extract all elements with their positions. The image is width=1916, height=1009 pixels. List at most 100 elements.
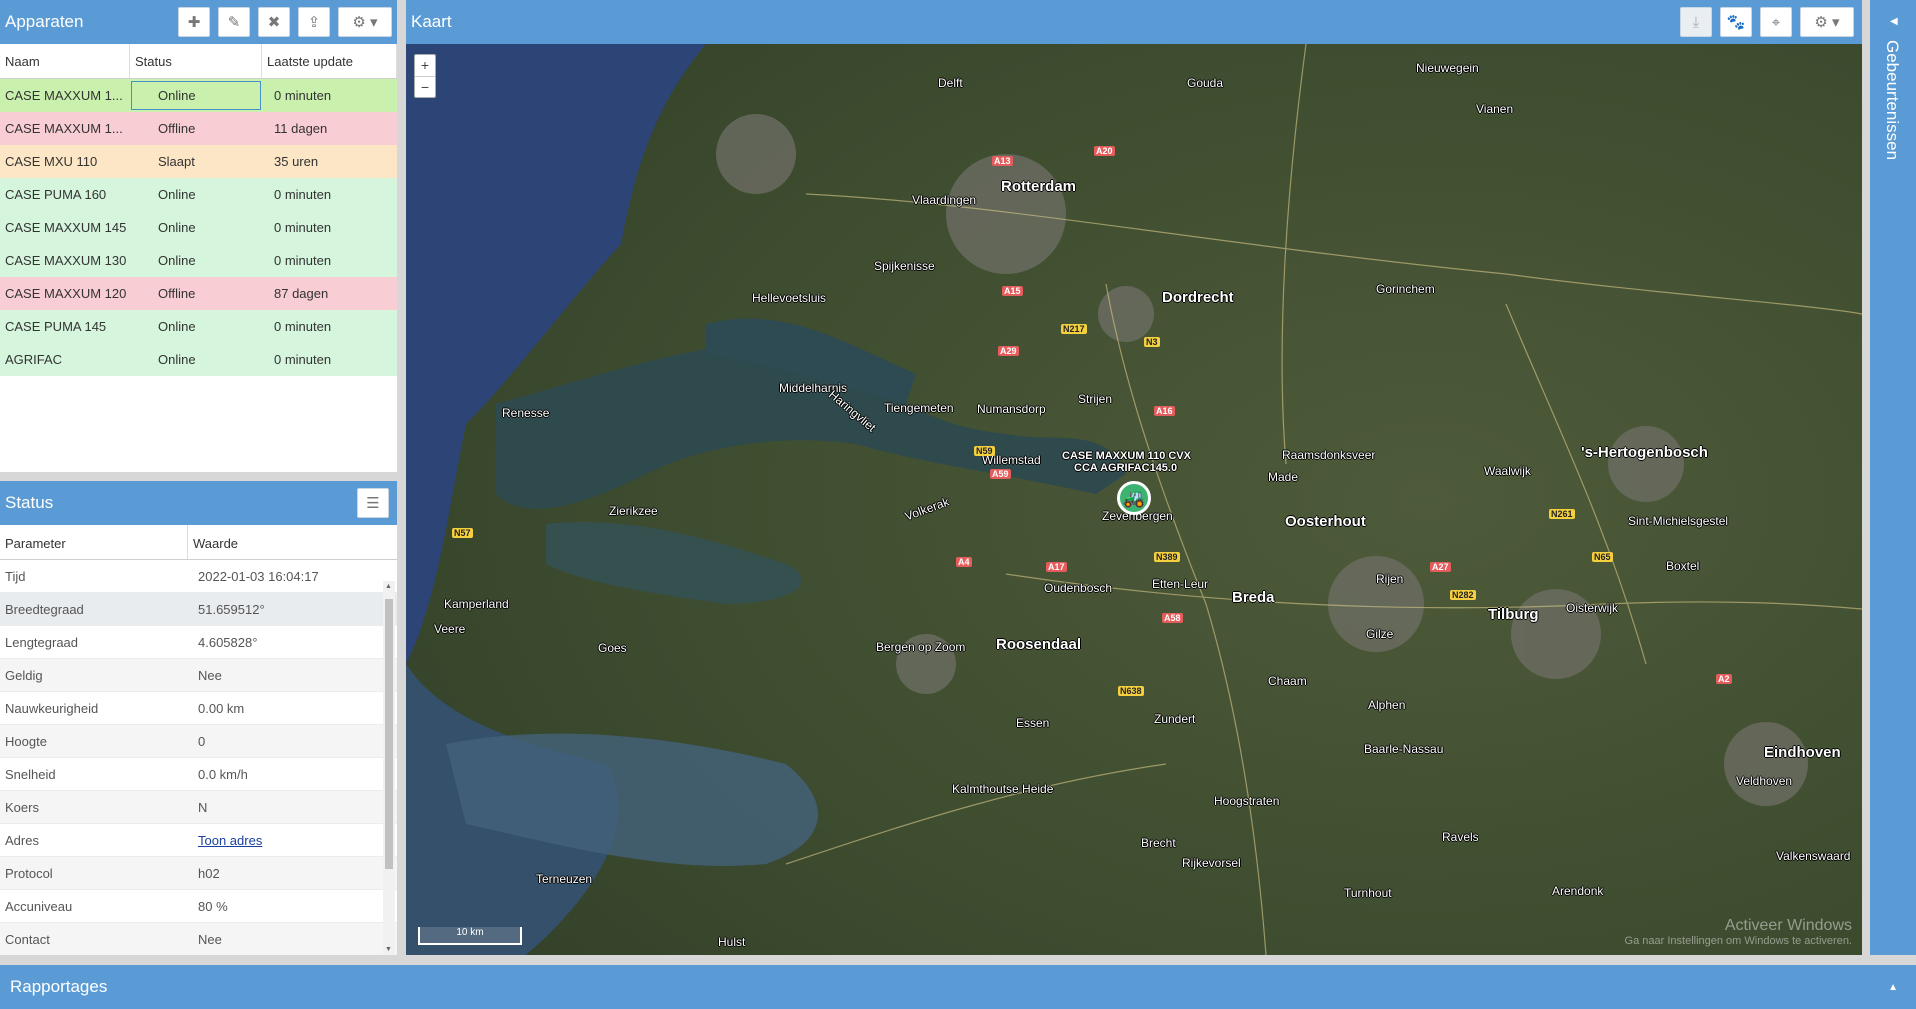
device-update: 35 uren [274, 154, 319, 169]
device-name: CASE MAXXUM 120 [5, 286, 127, 301]
device-name: CASE MAXXUM 145 [5, 220, 127, 235]
road-shield: N261 [1549, 509, 1575, 519]
devices-settings-button[interactable]: ⚙ ▾ [338, 7, 392, 37]
city-label: Gilze [1366, 627, 1394, 641]
reports-splitter[interactable] [0, 955, 1916, 965]
col-status[interactable]: Status [130, 44, 262, 78]
vehicle-marker[interactable]: 🚜 [1117, 481, 1151, 515]
tractor-icon: 🚜 [1122, 487, 1146, 508]
download-button[interactable]: ⤓ [1680, 7, 1712, 37]
device-name: CASE MAXXUM 1... [5, 88, 123, 103]
col-parameter[interactable]: Parameter [0, 525, 188, 559]
table-row[interactable]: CASE MAXXUM 130 Online 0 minuten [0, 244, 397, 277]
device-status: Online [158, 253, 196, 268]
device-status: Online [158, 220, 196, 235]
city-label: Vlaardingen [912, 193, 977, 207]
status-titlebar: Status ☰ [0, 481, 397, 525]
follow-button[interactable]: 🐾 [1720, 7, 1752, 37]
road-shield: N3 [1144, 337, 1160, 347]
param-name: Tijd [5, 568, 26, 584]
vertical-splitter[interactable] [397, 0, 406, 955]
map-canvas[interactable]: + − Rotterdam Dordrecht Breda Tilburg Ei… [406, 44, 1862, 955]
scrollbar-thumb[interactable] [385, 599, 393, 869]
zoom-in-button[interactable]: + [415, 55, 435, 76]
param-value: 51.659512° [198, 601, 265, 617]
param-value: 2022-01-03 16:04:17 [198, 568, 319, 584]
road-shield: A2 [1716, 674, 1732, 684]
map-settings-button[interactable]: ⚙ ▾ [1800, 7, 1854, 37]
city-label: Kamperland [444, 597, 509, 611]
city-label: Tiengemeten [884, 401, 954, 415]
city-label: Rijkevorsel [1182, 856, 1241, 870]
table-row[interactable]: CASE MAXXUM 1... Online 0 minuten [0, 79, 397, 112]
road-shield: A20 [1094, 146, 1115, 156]
locate-button[interactable]: ⌖ [1760, 7, 1792, 37]
status-scrollbar[interactable]: ▲ ▼ [383, 581, 395, 955]
devices-table-header: Naam Status Laatste update [0, 44, 397, 79]
table-row[interactable]: CASE MXU 110 Slaapt 35 uren [0, 145, 397, 178]
city-label: 's-Hertogenbosch [1581, 444, 1708, 461]
city-label: Valkenswaard [1776, 849, 1851, 863]
city-label: Ravels [1442, 830, 1479, 844]
param-value: 0.0 km/h [198, 766, 248, 782]
city-label: Oudenbosch [1044, 581, 1113, 595]
gear-dropdown-icon: ⚙ ▾ [352, 14, 378, 31]
device-status: Online [158, 352, 196, 367]
table-row[interactable]: CASE MAXXUM 1... Offline 11 dagen [0, 112, 397, 145]
scroll-down-icon[interactable]: ▼ [385, 946, 392, 953]
table-row[interactable]: AGRIFAC Online 0 minuten [0, 343, 397, 376]
city-label: Tilburg [1488, 606, 1539, 623]
expand-left-icon[interactable]: ◀ [1890, 16, 1898, 27]
col-last-update[interactable]: Laatste update [262, 44, 397, 78]
paw-icon: 🐾 [1726, 14, 1746, 31]
edit-device-button[interactable]: ✎ [218, 7, 250, 37]
plus-icon: ✚ [187, 14, 201, 31]
right-splitter[interactable] [1862, 0, 1870, 955]
remove-icon: ✖ [267, 14, 281, 31]
table-row: Lengtegraad 4.605828° [0, 626, 397, 659]
status-list-button[interactable]: ☰ [357, 488, 389, 518]
show-address-link[interactable]: Toon adres [198, 833, 262, 848]
status-table-header: Parameter Waarde [0, 525, 397, 560]
city-label: Numansdorp [977, 402, 1046, 416]
reports-titlebar[interactable]: Rapportages ▲ [0, 965, 1916, 1009]
city-label: Veere [434, 622, 466, 636]
upload-button[interactable]: ⇪ [298, 7, 330, 37]
param-name: Accuniveau [5, 898, 73, 914]
device-status: Slaapt [158, 154, 195, 169]
table-row[interactable]: CASE MAXXUM 145 Online 0 minuten [0, 211, 397, 244]
map-title: Kaart [411, 12, 452, 31]
expand-up-icon[interactable]: ▲ [1888, 982, 1898, 993]
city-label: Breda [1232, 589, 1275, 606]
city-label: Rotterdam [1001, 178, 1077, 195]
table-row: Adres Toon adres [0, 824, 397, 857]
table-row[interactable]: CASE MAXXUM 120 Offline 87 dagen [0, 277, 397, 310]
road-shield: N57 [452, 528, 473, 538]
city-label: Brecht [1141, 836, 1176, 850]
add-device-button[interactable]: ✚ [178, 7, 210, 37]
zoom-out-button[interactable]: − [415, 76, 435, 97]
col-value[interactable]: Waarde [188, 525, 378, 559]
horizontal-splitter[interactable] [0, 472, 397, 481]
device-update: 0 minuten [274, 319, 332, 334]
city-label: Arendonk [1552, 884, 1604, 898]
windows-watermark: Activeer Windows Ga naar Instellingen om… [1625, 917, 1852, 947]
city-label: Veldhoven [1736, 774, 1793, 788]
param-name: Contact [5, 931, 50, 947]
devices-table-body: CASE MAXXUM 1... Online 0 minuten CASE M… [0, 79, 397, 376]
scroll-up-icon[interactable]: ▲ [385, 583, 392, 590]
city-label: Zierikzee [609, 504, 658, 518]
city-label: Gouda [1187, 76, 1224, 90]
city-label: Etten-Leur [1152, 577, 1209, 591]
city-label: Gorinchem [1376, 282, 1435, 296]
col-name[interactable]: Naam [0, 44, 130, 78]
city-label: Chaam [1268, 674, 1307, 688]
table-row[interactable]: CASE PUMA 160 Online 0 minuten [0, 178, 397, 211]
remove-device-button[interactable]: ✖ [258, 7, 290, 37]
events-panel-collapsed[interactable]: ◀ Gebeurtenissen [1870, 0, 1916, 955]
table-row[interactable]: CASE PUMA 145 Online 0 minuten [0, 310, 397, 343]
road-shield: N389 [1154, 552, 1180, 562]
city-label: Raamsdonksveer [1282, 448, 1376, 462]
param-name: Nauwkeurigheid [5, 700, 99, 716]
road-shield: N282 [1450, 590, 1476, 600]
